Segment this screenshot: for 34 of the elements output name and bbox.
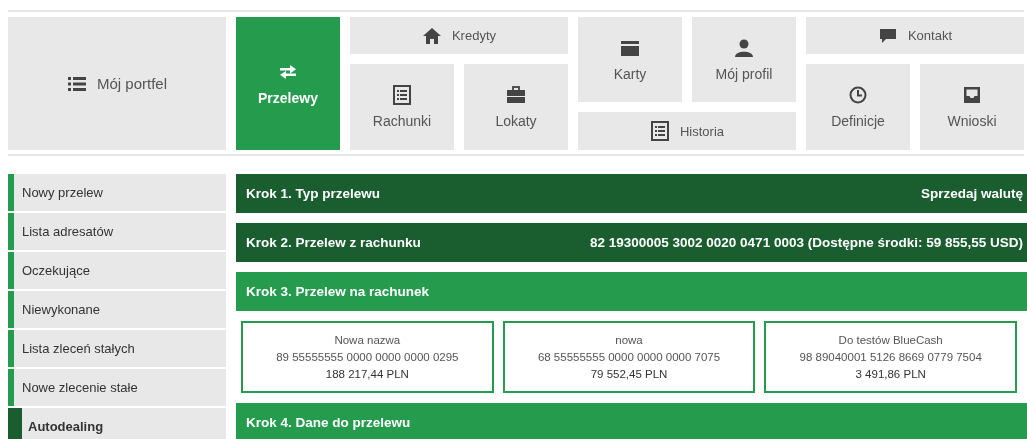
account-card[interactable]: nowa 68 55555555 0000 0000 0000 7075 79 552,45 PLN bbox=[502, 321, 756, 393]
briefcase-icon bbox=[506, 85, 526, 105]
account-card[interactable]: Nowa nazwa 89 55555555 0000 0000 0000 0295 188 217,44 PLN bbox=[241, 321, 494, 393]
nav-tile[interactable]: Wnioski bbox=[920, 64, 1024, 150]
nav-tile[interactable]: Mój portfel bbox=[8, 17, 226, 150]
nav-tile[interactable]: Karty bbox=[578, 17, 682, 102]
nav-tile[interactable]: Kontakt bbox=[806, 17, 1024, 54]
sidebar-item[interactable]: Lista zleceń stałych bbox=[8, 330, 226, 367]
nav-tile[interactable]: Historia bbox=[578, 112, 796, 150]
step-title: Krok 1. Typ przelewu bbox=[246, 186, 381, 201]
document-list-icon bbox=[392, 85, 412, 105]
nav-tile[interactable]: Rachunki bbox=[350, 64, 454, 150]
sidebar-item[interactable]: Autodealing bbox=[8, 408, 226, 439]
sidebar-item[interactable]: Oczekujące bbox=[8, 252, 226, 289]
sidebar-item[interactable]: Nowe zlecenie stałe bbox=[8, 369, 226, 406]
person-icon bbox=[734, 37, 754, 58]
sidebar-item[interactable]: Niewykonane bbox=[8, 291, 226, 328]
step-value: Sprzedaj walutę bbox=[920, 186, 1023, 201]
step-value: 82 19300005 3002 0020 0471 0003 (Dostępne środki: 59 855,55 USD) bbox=[589, 235, 1023, 250]
nav-tile[interactable]: Mój profil bbox=[692, 17, 796, 102]
step-title: Krok 2. Przelew z rachunku bbox=[246, 235, 421, 250]
nav-tile[interactable]: Definicje bbox=[806, 64, 910, 150]
nav-tile[interactable]: Przelewy bbox=[236, 17, 340, 150]
account-card[interactable]: Do testów BlueCash 98 89040001 5126 8669 0779 7504 3 491,86 PLN bbox=[764, 321, 1017, 393]
clock-icon bbox=[848, 85, 868, 105]
nav-tile[interactable]: Lokaty bbox=[464, 64, 568, 150]
step-title: Krok 4. Dane do przelewu bbox=[246, 415, 411, 430]
sidebar-item[interactable]: Lista adresatów bbox=[8, 213, 226, 250]
document-list-icon bbox=[649, 121, 670, 141]
house-icon bbox=[421, 25, 442, 46]
inbox-icon bbox=[962, 85, 982, 105]
step-title: Krok 3. Przelew na rachunek bbox=[246, 284, 430, 299]
sidebar-item[interactable]: Nowy przelew bbox=[8, 174, 226, 211]
nav-tile[interactable]: Kredyty bbox=[350, 17, 568, 54]
